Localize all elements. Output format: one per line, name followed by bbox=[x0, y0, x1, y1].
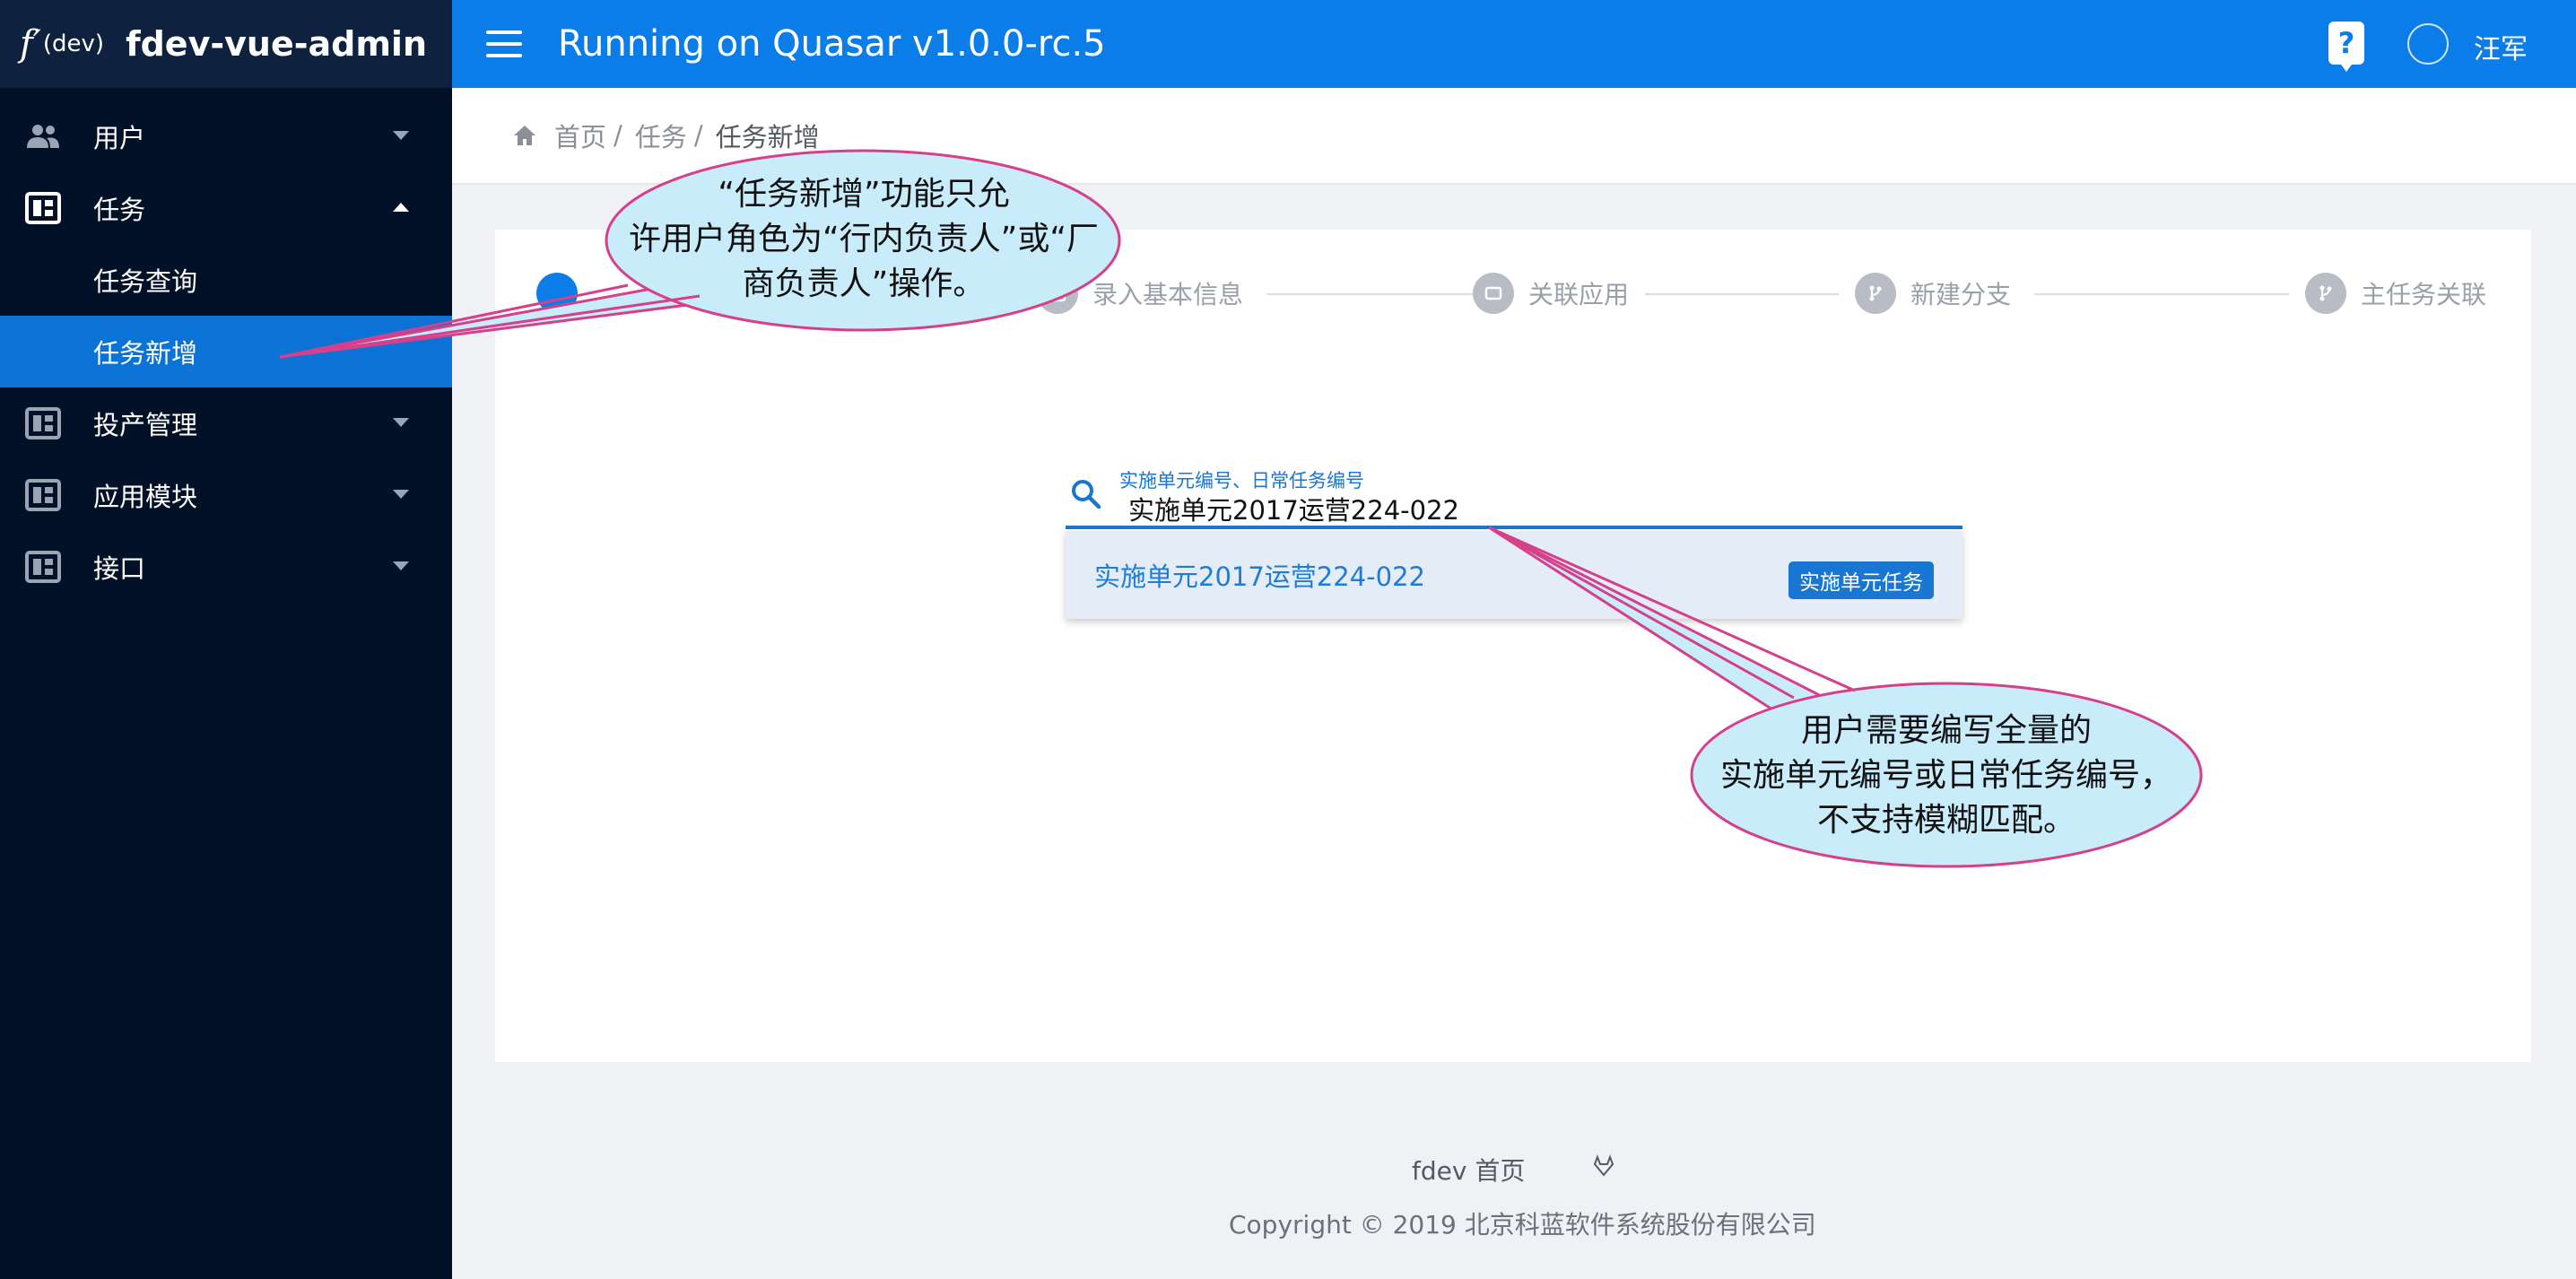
sidebar-subitem-task-new[interactable]: 任务新增 bbox=[0, 316, 452, 387]
logo-glyph: f′ bbox=[20, 23, 41, 65]
step-connector bbox=[1645, 293, 1839, 295]
sidebar-item-label: 接口 bbox=[93, 553, 146, 584]
dashboard-icon bbox=[23, 404, 63, 443]
dashboard-icon bbox=[23, 475, 63, 515]
copyright: Copyright © 2019 北京科蓝软件系统股份有限公司 bbox=[1229, 1210, 1816, 1240]
callout-line: 实施单元编号或日常任务编号， bbox=[1719, 757, 2172, 794]
gitlab-icon[interactable] bbox=[1591, 1153, 1616, 1179]
logo-sub: (dev) bbox=[42, 30, 105, 57]
sidebar-item-interfaces[interactable]: 接口 bbox=[0, 531, 452, 603]
brand: f′ (dev) fdev-vue-admin bbox=[0, 0, 452, 88]
sidebar-subitem-label: 任务查询 bbox=[93, 266, 198, 297]
sidebar-item-app-modules[interactable]: 应用模块 bbox=[0, 459, 452, 531]
search-result-badge: 实施单元任务 bbox=[1788, 561, 1934, 599]
header-title: Running on Quasar v1.0.0-rc.5 bbox=[558, 23, 1106, 65]
sidebar-item-label: 任务 bbox=[93, 195, 146, 225]
step-connector bbox=[1266, 293, 1503, 295]
callout-role-restriction: “任务新增”功能只允 许用户角色为“行内负责人”或“厂 商负责人”操作。 bbox=[610, 172, 1118, 307]
breadcrumb-section[interactable]: 任务 bbox=[635, 117, 687, 154]
sidebar-subitem-task-query[interactable]: 任务查询 bbox=[0, 244, 452, 316]
breadcrumb-current: 任务新增 bbox=[715, 122, 820, 152]
step-label: 主任务关联 bbox=[2361, 280, 2487, 309]
chevron-down-icon bbox=[393, 131, 409, 140]
dashboard-icon bbox=[23, 188, 63, 228]
help-icon[interactable]: ? bbox=[2328, 22, 2364, 72]
footer-home-link[interactable]: fdev 首页 bbox=[1412, 1152, 1525, 1188]
branch-icon bbox=[2305, 273, 2346, 314]
breadcrumb-separator: / bbox=[614, 120, 622, 151]
search-icon bbox=[1072, 480, 1101, 509]
step-circle-active[interactable] bbox=[536, 273, 578, 314]
top-header: Running on Quasar v1.0.0-rc.5 ? 汪军 bbox=[452, 0, 2576, 88]
sidebar: f′ (dev) fdev-vue-admin 用户 任务 任务查询 任务新增 … bbox=[0, 0, 452, 1279]
main-card: 录入基本信息 关联应用 新建分支 主任务关联 实施单元编号、日常任务编号 实施单… bbox=[495, 230, 2531, 1062]
sidebar-item-release[interactable]: 投产管理 bbox=[0, 387, 452, 459]
sidebar-item-tasks[interactable]: 任务 bbox=[0, 172, 452, 244]
sidebar-item-label: 投产管理 bbox=[93, 410, 198, 440]
sidebar-item-label: 用户 bbox=[93, 123, 146, 153]
callout-line: 许用户角色为“行内负责人”或“厂 bbox=[629, 221, 1099, 257]
callout-full-number-required: 用户需要编写全量的 实施单元编号或日常任务编号， 不支持模糊匹配。 bbox=[1695, 709, 2197, 843]
search-result-text[interactable]: 实施单元2017运营224-022 bbox=[1094, 556, 1425, 594]
chevron-down-icon bbox=[393, 490, 409, 499]
breadcrumb-home[interactable]: 首页 bbox=[554, 117, 606, 154]
search-input[interactable]: 实施单元编号、日常任务编号 实施单元2017运营224-022 bbox=[1066, 465, 1962, 529]
avatar[interactable] bbox=[2407, 23, 2449, 65]
sidebar-subitem-label: 任务新增 bbox=[93, 338, 198, 369]
search-result-option[interactable]: 实施单元2017运营224-022 实施单元任务 bbox=[1066, 531, 1962, 619]
callout-line: “任务新增”功能只允 bbox=[718, 176, 1010, 213]
breadcrumb-separator: / bbox=[693, 120, 703, 151]
chevron-up-icon bbox=[393, 203, 409, 212]
sidebar-item-users[interactable]: 用户 bbox=[0, 100, 452, 172]
dashboard-icon bbox=[23, 547, 63, 587]
home-icon[interactable] bbox=[511, 122, 538, 149]
step-label: 关联应用 bbox=[1528, 280, 1630, 309]
app-icon bbox=[1473, 273, 1514, 314]
search-value[interactable]: 实施单元2017运营224-022 bbox=[1128, 490, 1459, 527]
app-title: fdev-vue-admin bbox=[126, 24, 428, 64]
menu-icon[interactable] bbox=[486, 30, 522, 57]
step-new-branch[interactable]: 新建分支 bbox=[1855, 273, 2011, 314]
callout-line: 商负责人”操作。 bbox=[742, 265, 986, 302]
step-connector bbox=[2034, 293, 2289, 295]
chevron-down-icon bbox=[393, 561, 409, 570]
callout-line: 用户需要编写全量的 bbox=[1800, 712, 2092, 749]
user-name[interactable]: 汪军 bbox=[2474, 27, 2528, 66]
branch-icon bbox=[1855, 273, 1896, 314]
callout-line: 不支持模糊匹配。 bbox=[1816, 802, 2076, 839]
people-icon bbox=[23, 117, 63, 156]
chevron-down-icon bbox=[393, 418, 409, 427]
step-label: 新建分支 bbox=[1910, 280, 2012, 309]
sidebar-item-label: 应用模块 bbox=[93, 482, 198, 512]
breadcrumb: 首页 / 任务 / 任务新增 bbox=[452, 88, 2576, 185]
step-link-app[interactable]: 关联应用 bbox=[1473, 273, 1629, 314]
step-main-task-link[interactable]: 主任务关联 bbox=[2305, 273, 2486, 314]
